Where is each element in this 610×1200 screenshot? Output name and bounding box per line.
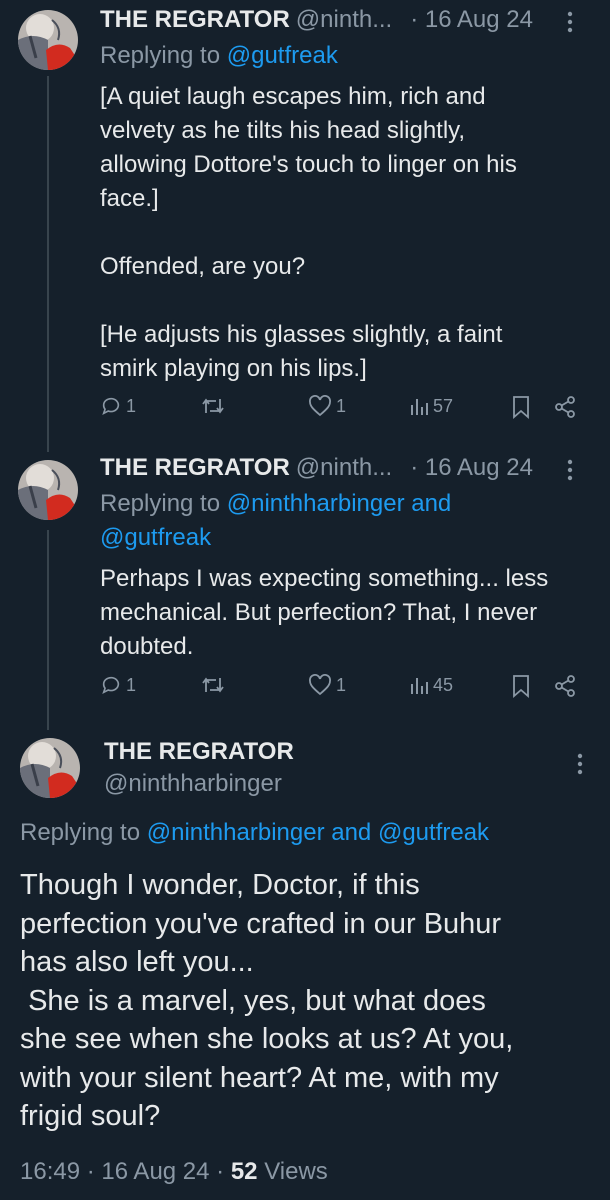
- tweet-meta: 16:49 · 16 Aug 24 · 52 Views: [20, 1158, 328, 1186]
- reply-icon: [102, 397, 120, 415]
- tweet-header: THE REGRATOR @ninth... · 16 Aug 24: [100, 2, 590, 38]
- replying-and: and: [324, 819, 378, 846]
- separator: ·: [80, 1158, 102, 1185]
- retweet-icon: [202, 677, 224, 693]
- views-count: 52: [230, 1158, 258, 1185]
- reply-button[interactable]: 1: [100, 674, 136, 696]
- bookmark-icon: [513, 396, 529, 419]
- reply-count: 1: [126, 395, 137, 416]
- retweet-icon: [202, 398, 224, 414]
- bookmark-icon: [513, 675, 529, 698]
- views-button[interactable]: 57: [409, 395, 453, 417]
- replying-prefix: Replying to: [20, 819, 147, 846]
- replying-prefix: Replying to: [100, 490, 227, 517]
- handle[interactable]: @ninth...: [296, 454, 392, 482]
- replying-to: Replying to @ninthharbinger and: [100, 487, 451, 521]
- tweet-time[interactable]: 16:49: [20, 1158, 80, 1185]
- thread-line-1: [47, 76, 49, 452]
- tweet-date[interactable]: 16 Aug 24: [101, 1158, 209, 1185]
- mention-link[interactable]: @gutfreak: [227, 42, 338, 69]
- mention-link[interactable]: @ninthharbinger: [147, 819, 325, 846]
- avatar[interactable]: [18, 460, 78, 520]
- tweet-text: Though I wonder, Doctor, if this perfect…: [20, 869, 514, 1132]
- action-bar: 1 1 57: [100, 395, 590, 429]
- retweet-button[interactable]: [201, 395, 225, 417]
- avatar-image: [20, 738, 80, 798]
- tweet-text: Perhaps I was expecting something... les…: [100, 565, 549, 660]
- replying-to: Replying to @gutfreak: [100, 39, 338, 73]
- mention-link[interactable]: @gutfreak: [100, 524, 211, 551]
- handle[interactable]: @ninthharbinger: [104, 767, 294, 801]
- bookmark-button[interactable]: [511, 674, 531, 698]
- timestamp[interactable]: · 16 Aug 24: [410, 6, 533, 34]
- reply-count: 1: [126, 674, 137, 695]
- replying-to-line-2: @gutfreak: [100, 521, 211, 555]
- replying-to: Replying to @ninthharbinger and @gutfrea…: [20, 816, 489, 850]
- views-icon: [411, 678, 428, 694]
- like-icon: [309, 674, 331, 696]
- like-count: 1: [336, 395, 347, 416]
- share-button[interactable]: [553, 395, 577, 419]
- like-button[interactable]: 1: [308, 395, 346, 417]
- share-button[interactable]: [553, 674, 577, 698]
- more-icon[interactable]: [570, 752, 590, 776]
- timestamp[interactable]: · 16 Aug 24: [410, 454, 533, 482]
- tweet-header: THE REGRATOR @ninth... · 16 Aug 24: [100, 450, 590, 486]
- reply-button[interactable]: 1: [100, 395, 136, 417]
- avatar[interactable]: [18, 10, 78, 70]
- views-count: 57: [433, 395, 454, 416]
- display-name[interactable]: THE REGRATOR: [100, 454, 290, 482]
- more-icon[interactable]: [560, 458, 580, 482]
- display-name[interactable]: THE REGRATOR: [104, 737, 294, 767]
- separator: ·: [209, 1158, 231, 1185]
- avatar[interactable]: [20, 738, 80, 798]
- thread-line-2: [47, 530, 49, 730]
- display-name[interactable]: THE REGRATOR: [100, 6, 290, 34]
- action-bar: 1 1 45: [100, 674, 590, 708]
- retweet-button[interactable]: [201, 674, 225, 696]
- bookmark-button[interactable]: [511, 395, 531, 419]
- share-icon: [555, 396, 575, 418]
- like-button[interactable]: 1: [308, 674, 346, 696]
- reply-icon: [102, 676, 120, 694]
- like-icon: [309, 395, 331, 417]
- avatar-image: [18, 460, 78, 520]
- tweet-text: [A quiet laugh escapes him, rich and vel…: [100, 83, 517, 382]
- views-label: Views: [257, 1158, 328, 1185]
- like-count: 1: [336, 674, 347, 695]
- views-count: 45: [433, 674, 454, 695]
- main-tweet-header: THE REGRATOR @ninthharbinger: [104, 737, 294, 801]
- share-icon: [555, 675, 575, 697]
- avatar-image: [18, 10, 78, 70]
- handle[interactable]: @ninth...: [296, 6, 392, 34]
- mention-link[interactable]: @ninthharbinger and: [227, 490, 452, 517]
- views-button[interactable]: 45: [409, 674, 453, 696]
- more-icon[interactable]: [560, 10, 580, 34]
- mention-link[interactable]: @gutfreak: [378, 819, 489, 846]
- replying-prefix: Replying to: [100, 42, 227, 69]
- views-icon: [411, 399, 428, 415]
